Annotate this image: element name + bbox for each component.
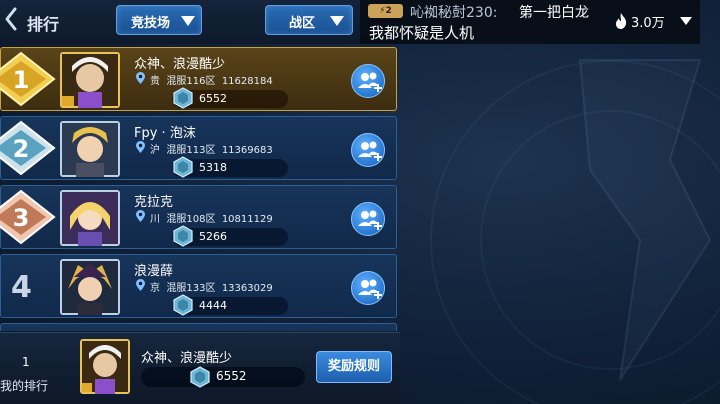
add-friend-icon: [358, 279, 382, 299]
player-name: 众神、浪漫酷少: [134, 57, 226, 72]
rank-number: 3: [13, 204, 30, 232]
player-score: 6552: [199, 92, 227, 105]
rank-number: 4: [11, 270, 32, 305]
add-friend-icon: [358, 72, 382, 92]
my-ranking-panel: 1 我的排行 众神、浪漫酷少 6552 奖励规则: [0, 332, 400, 404]
ranking-row[interactable]: 3 克拉克 川 混服108区 10811129 5266: [0, 185, 397, 249]
diamond-icon: [173, 294, 193, 316]
my-score: 6552: [216, 369, 247, 383]
avatar: [80, 339, 130, 394]
mode-dropdown[interactable]: 竞技场: [116, 5, 202, 35]
chevron-down-icon: [181, 16, 195, 26]
player-name: Fpy · 泡沫: [134, 126, 196, 141]
player-score: 5318: [199, 161, 227, 174]
add-friend-icon: [358, 141, 382, 161]
avatar: [60, 259, 120, 315]
diamond-icon: [190, 366, 210, 388]
chevron-down-icon: [330, 16, 344, 26]
user-level-badge: ⚡2: [368, 4, 403, 18]
player-info: 贵 混服116区 11628184: [150, 76, 273, 87]
rank-gold-badge: 1: [0, 51, 56, 107]
region-dropdown[interactable]: 战区: [265, 5, 353, 35]
back-arrow-icon[interactable]: [4, 6, 18, 32]
player-score: 4444: [199, 299, 227, 312]
rank-number: 1: [13, 66, 30, 94]
ranking-row[interactable]: 2 Fpy · 泡沫 沪 混服113区 11369683 5318: [0, 116, 397, 180]
add-friend-button[interactable]: [351, 271, 385, 305]
diamond-icon: [173, 156, 193, 178]
avatar: [60, 190, 120, 246]
diamond-icon: [173, 87, 193, 109]
player-name: 浪漫薛: [134, 264, 174, 279]
add-friend-icon: [358, 210, 382, 230]
rank-number: 2: [13, 135, 30, 163]
diamond-icon: [173, 225, 193, 247]
live-chat-overlay: ⚡2 吣袽秘尌230: 第一把白龙 我都怀疑是人机 3.0万: [360, 0, 700, 44]
chat-username: 吣袽秘尌230:: [410, 5, 498, 21]
player-score: 5266: [199, 230, 227, 243]
avatar: [60, 52, 120, 108]
popularity-count: 3.0万: [631, 16, 665, 31]
location-pin-icon: [136, 279, 145, 291]
my-player-name: 众神、浪漫酷少: [141, 351, 233, 366]
mode-dropdown-label: 竞技场: [131, 16, 171, 31]
ranking-row[interactable]: 1 众神、浪漫酷少 贵 混服116区 11628184 6552: [0, 47, 397, 111]
my-rank-number: 1: [22, 355, 30, 369]
location-pin-icon: [136, 72, 145, 84]
top-bar: 排行 竞技场 战区: [0, 0, 400, 44]
region-dropdown-label: 战区: [289, 16, 316, 31]
chat-message-line1: 第一把白龙: [519, 5, 589, 21]
chevron-down-icon[interactable]: [680, 17, 692, 25]
add-friend-button[interactable]: [351, 133, 385, 167]
player-info: 川 混服108区 10811129: [150, 214, 273, 225]
player-name: 克拉克: [134, 195, 174, 210]
add-friend-button[interactable]: [351, 64, 385, 98]
ranking-list[interactable]: 1 众神、浪漫酷少 贵 混服116区 11628184 6552 2 Fpy ·…: [0, 46, 400, 331]
rank-bronze-badge: 3: [0, 189, 56, 245]
ranking-row[interactable]: [0, 323, 397, 331]
avatar: [60, 121, 120, 177]
background-emblem: [578, 59, 712, 381]
player-info: 沪 混服113区 11369683: [150, 145, 273, 156]
fire-icon: [616, 13, 627, 29]
leaderboard-screen: 排行 竞技场 战区 ⚡2 吣袽秘尌230: 第一把白龙 我都怀疑是人机 3.0万…: [0, 0, 720, 404]
ranking-row[interactable]: 4 浪漫薛 京 混服133区 13363029 4444: [0, 254, 397, 318]
chat-message-line2: 我都怀疑是人机: [369, 24, 475, 42]
my-rank-label: 我的排行: [0, 379, 49, 393]
location-pin-icon: [136, 210, 145, 222]
page-title: 排行: [27, 15, 60, 34]
location-pin-icon: [136, 141, 145, 153]
rank-silver-badge: 2: [0, 120, 56, 176]
reward-rules-button[interactable]: 奖励规则: [316, 351, 392, 383]
add-friend-button[interactable]: [351, 202, 385, 236]
player-info: 京 混服133区 13363029: [150, 283, 273, 294]
